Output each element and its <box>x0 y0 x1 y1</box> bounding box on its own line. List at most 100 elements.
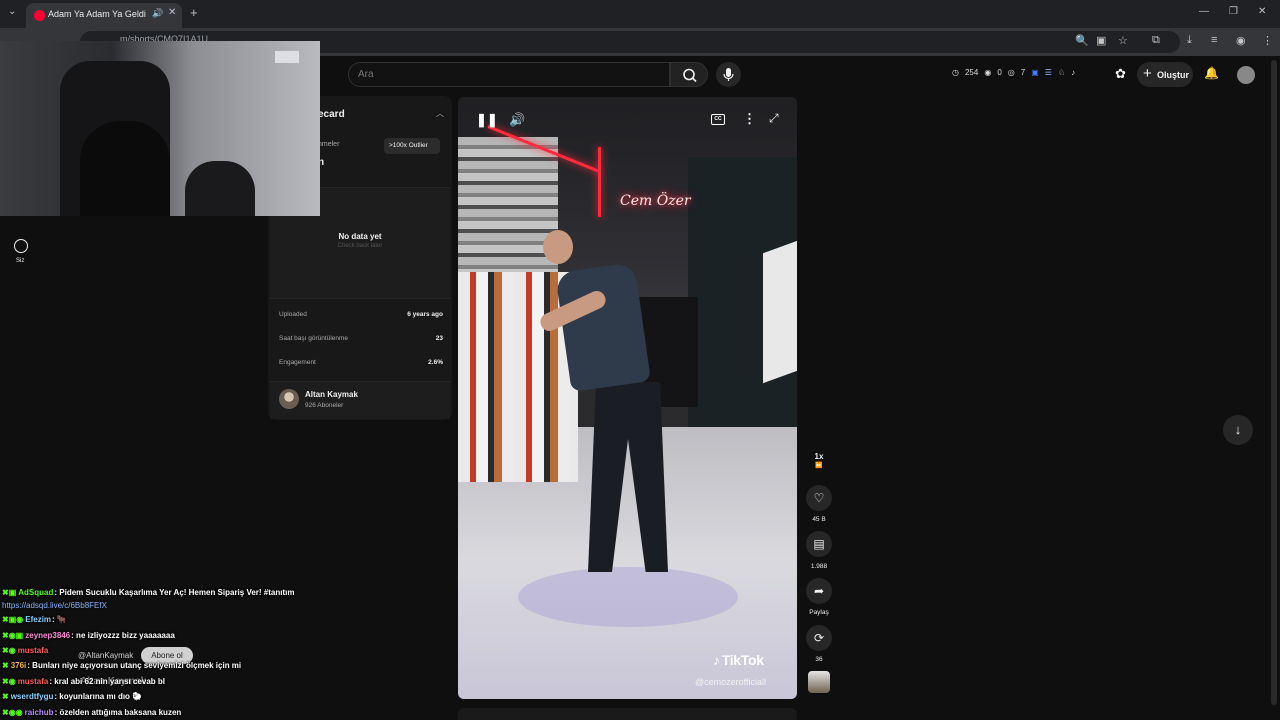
media-control-icon[interactable]: ≡ <box>1211 34 1217 46</box>
chat-username: wserdtfygu <box>10 692 54 701</box>
fullscreen-icon[interactable]: ⤢ <box>769 111 779 126</box>
share-button[interactable]: ➦ <box>806 578 832 604</box>
tiktok-watermark: ♪ TikTok <box>713 652 764 668</box>
chat-username: mustafa <box>17 677 49 686</box>
cast-icon[interactable]: ▣ <box>1096 34 1106 47</box>
remix-icon: ⟳ <box>813 631 825 645</box>
voice-search-button[interactable] <box>716 62 741 87</box>
chat-username: raichub <box>24 708 54 717</box>
tiktok-brand: TikTok <box>721 652 764 668</box>
zoom-icon[interactable]: 🔍 <box>1075 34 1089 47</box>
metric-label-hourly-views: Saat başı görüntülenme <box>279 335 349 342</box>
microphone-icon <box>723 68 734 81</box>
chat-badge-icon: ✖▣◉ <box>2 615 24 624</box>
overlay-handle: @AltanKaymak <box>78 651 134 660</box>
sidebar-item-you[interactable]: Siz <box>16 258 24 264</box>
webcam-overlay <box>0 41 320 216</box>
download-icon[interactable]: ⤓ <box>1187 34 1192 47</box>
chat-message: ✖ 376i: Bunları niye açıyorsun utanç sevi… <box>2 661 241 670</box>
chat-username: mustafa <box>17 646 49 655</box>
no-data-text: No data yet <box>338 232 382 241</box>
scorecard-subtitle: nmeler <box>318 141 340 148</box>
remix-button[interactable]: ⟳ <box>806 625 832 651</box>
chevron-up-icon[interactable]: ︿ <box>436 108 444 119</box>
user-icon[interactable] <box>14 239 28 253</box>
next-video-preview[interactable] <box>458 708 797 720</box>
arrow-down-icon: ↓ <box>1234 422 1242 437</box>
tab-close-icon[interactable]: ✕ <box>168 7 176 18</box>
search-input[interactable]: Ara <box>358 69 374 80</box>
new-tab-button[interactable]: + <box>190 5 198 20</box>
extensions-icon[interactable]: ⧉ <box>1152 34 1160 47</box>
channel-name[interactable]: Altan Kaymak <box>305 390 358 399</box>
chat-link[interactable]: https://adsqd.live/c/6Bb8FEfX <box>2 601 107 610</box>
like-button[interactable]: ♡ <box>806 485 832 511</box>
search-box[interactable] <box>348 62 670 87</box>
video-neon-line-vertical <box>598 147 601 217</box>
avatar[interactable] <box>1237 66 1255 84</box>
tiktok-logo-icon: ♪ <box>713 652 720 668</box>
outlier-badge-label: >100x Outlier <box>389 142 428 149</box>
playback-speed-button[interactable]: 1x <box>806 452 832 461</box>
extension-stats: ◷ 254 ◉ 0 ◎ 7 ▣ ☰ ♘ ♪ <box>952 68 1075 77</box>
youtube-favicon-icon <box>34 10 45 21</box>
extension-bell-icon[interactable]: ♪ <box>1071 68 1075 77</box>
tab-search-menu-icon[interactable]: ⌄ <box>8 6 16 17</box>
browser-tab[interactable]: Adam Ya Adam Ya Geldi Ad 🔊 ✕ <box>26 3 182 28</box>
volume-icon[interactable]: 🔊 <box>509 112 525 128</box>
eye-off-icon: ◎ <box>1007 68 1015 77</box>
captions-icon[interactable]: CC <box>711 114 725 125</box>
search-icon <box>683 68 697 83</box>
gemini-icon[interactable]: ✿ <box>1115 66 1126 82</box>
notifications-bell-icon[interactable]: 🔔 <box>1204 66 1219 80</box>
eye-icon: ◉ <box>984 68 992 77</box>
extension-blue-icon[interactable]: ▣ <box>1031 68 1039 77</box>
chat-text: : Bunları niye açıyorsun utanç seviyemiz… <box>27 661 242 670</box>
sound-thumbnail[interactable] <box>808 671 830 693</box>
chat-text: : özelden attığıma baksana kuzen <box>54 708 182 717</box>
bookmark-star-icon[interactable]: ☆ <box>1118 34 1128 47</box>
create-button[interactable]: + Oluştur <box>1137 62 1193 87</box>
window-close-button[interactable]: ✕ <box>1258 6 1266 17</box>
chat-text: : 🐂 <box>52 615 67 624</box>
search-button[interactable] <box>670 62 708 87</box>
browser-menu-icon[interactable]: ⋮ <box>1262 34 1273 47</box>
fast-forward-icon[interactable]: ⏩ <box>806 462 832 469</box>
chat-message: ✖◉◉ raichub: özelden attığıma baksana kuz… <box>2 708 181 717</box>
chat-badge-icon: ✖◉◉ <box>2 708 23 717</box>
chat-text: : Pidem Sucuklu Kaşarlıma Yer Aç! Hemen … <box>54 588 295 597</box>
chat-message: ✖◉ mustafa: kral abi 62 nin yarısı cevab … <box>2 677 165 686</box>
chat-username: zeynep3846 <box>25 631 71 640</box>
check-back-text: Check back later <box>337 243 383 249</box>
comment-icon: ▤ <box>813 537 825 551</box>
video-person-head <box>543 230 573 264</box>
metric-label-uploaded: Uploaded <box>279 311 307 318</box>
stat-count2: 0 <box>997 68 1002 77</box>
video-floor-light <box>518 567 738 627</box>
stat-views: 254 <box>964 68 979 77</box>
comments-button[interactable]: ▤ <box>806 531 832 557</box>
profile-avatar-icon[interactable]: ◉ <box>1236 34 1246 47</box>
chat-text: : koyunlarına mı dıo 🐑 <box>54 692 143 701</box>
shorts-video-player[interactable]: Cem Özer <box>458 97 797 699</box>
extension-list-icon[interactable]: ☰ <box>1045 68 1052 77</box>
window-restore-button[interactable]: ❐ <box>1229 6 1238 17</box>
chat-badge-icon: ✖◉ <box>2 646 16 655</box>
heart-icon: ♡ <box>813 491 825 505</box>
stat-count3: 7 <box>1020 68 1026 77</box>
page-scrollbar[interactable] <box>1271 60 1277 705</box>
next-short-button[interactable]: ↓ <box>1223 415 1253 445</box>
metric-value-hourly-views: 23 <box>435 335 443 342</box>
wall-sign <box>275 51 299 63</box>
chat-badge-icon: ✖ <box>2 661 9 670</box>
metric-label-engagement: Engagement <box>279 359 316 366</box>
channel-subscribers: 926 Aboneler <box>305 402 344 409</box>
plus-icon: + <box>1143 65 1152 82</box>
pause-icon[interactable]: ❚❚ <box>476 112 498 128</box>
tab-audio-icon[interactable]: 🔊 <box>152 8 163 19</box>
video-mirror <box>763 240 797 384</box>
channel-avatar[interactable] <box>279 389 299 409</box>
window-minimize-button[interactable]: — <box>1199 6 1209 17</box>
more-options-icon[interactable]: ⋮ <box>743 111 756 127</box>
extension-badge-icon[interactable]: ♘ <box>1058 68 1065 77</box>
